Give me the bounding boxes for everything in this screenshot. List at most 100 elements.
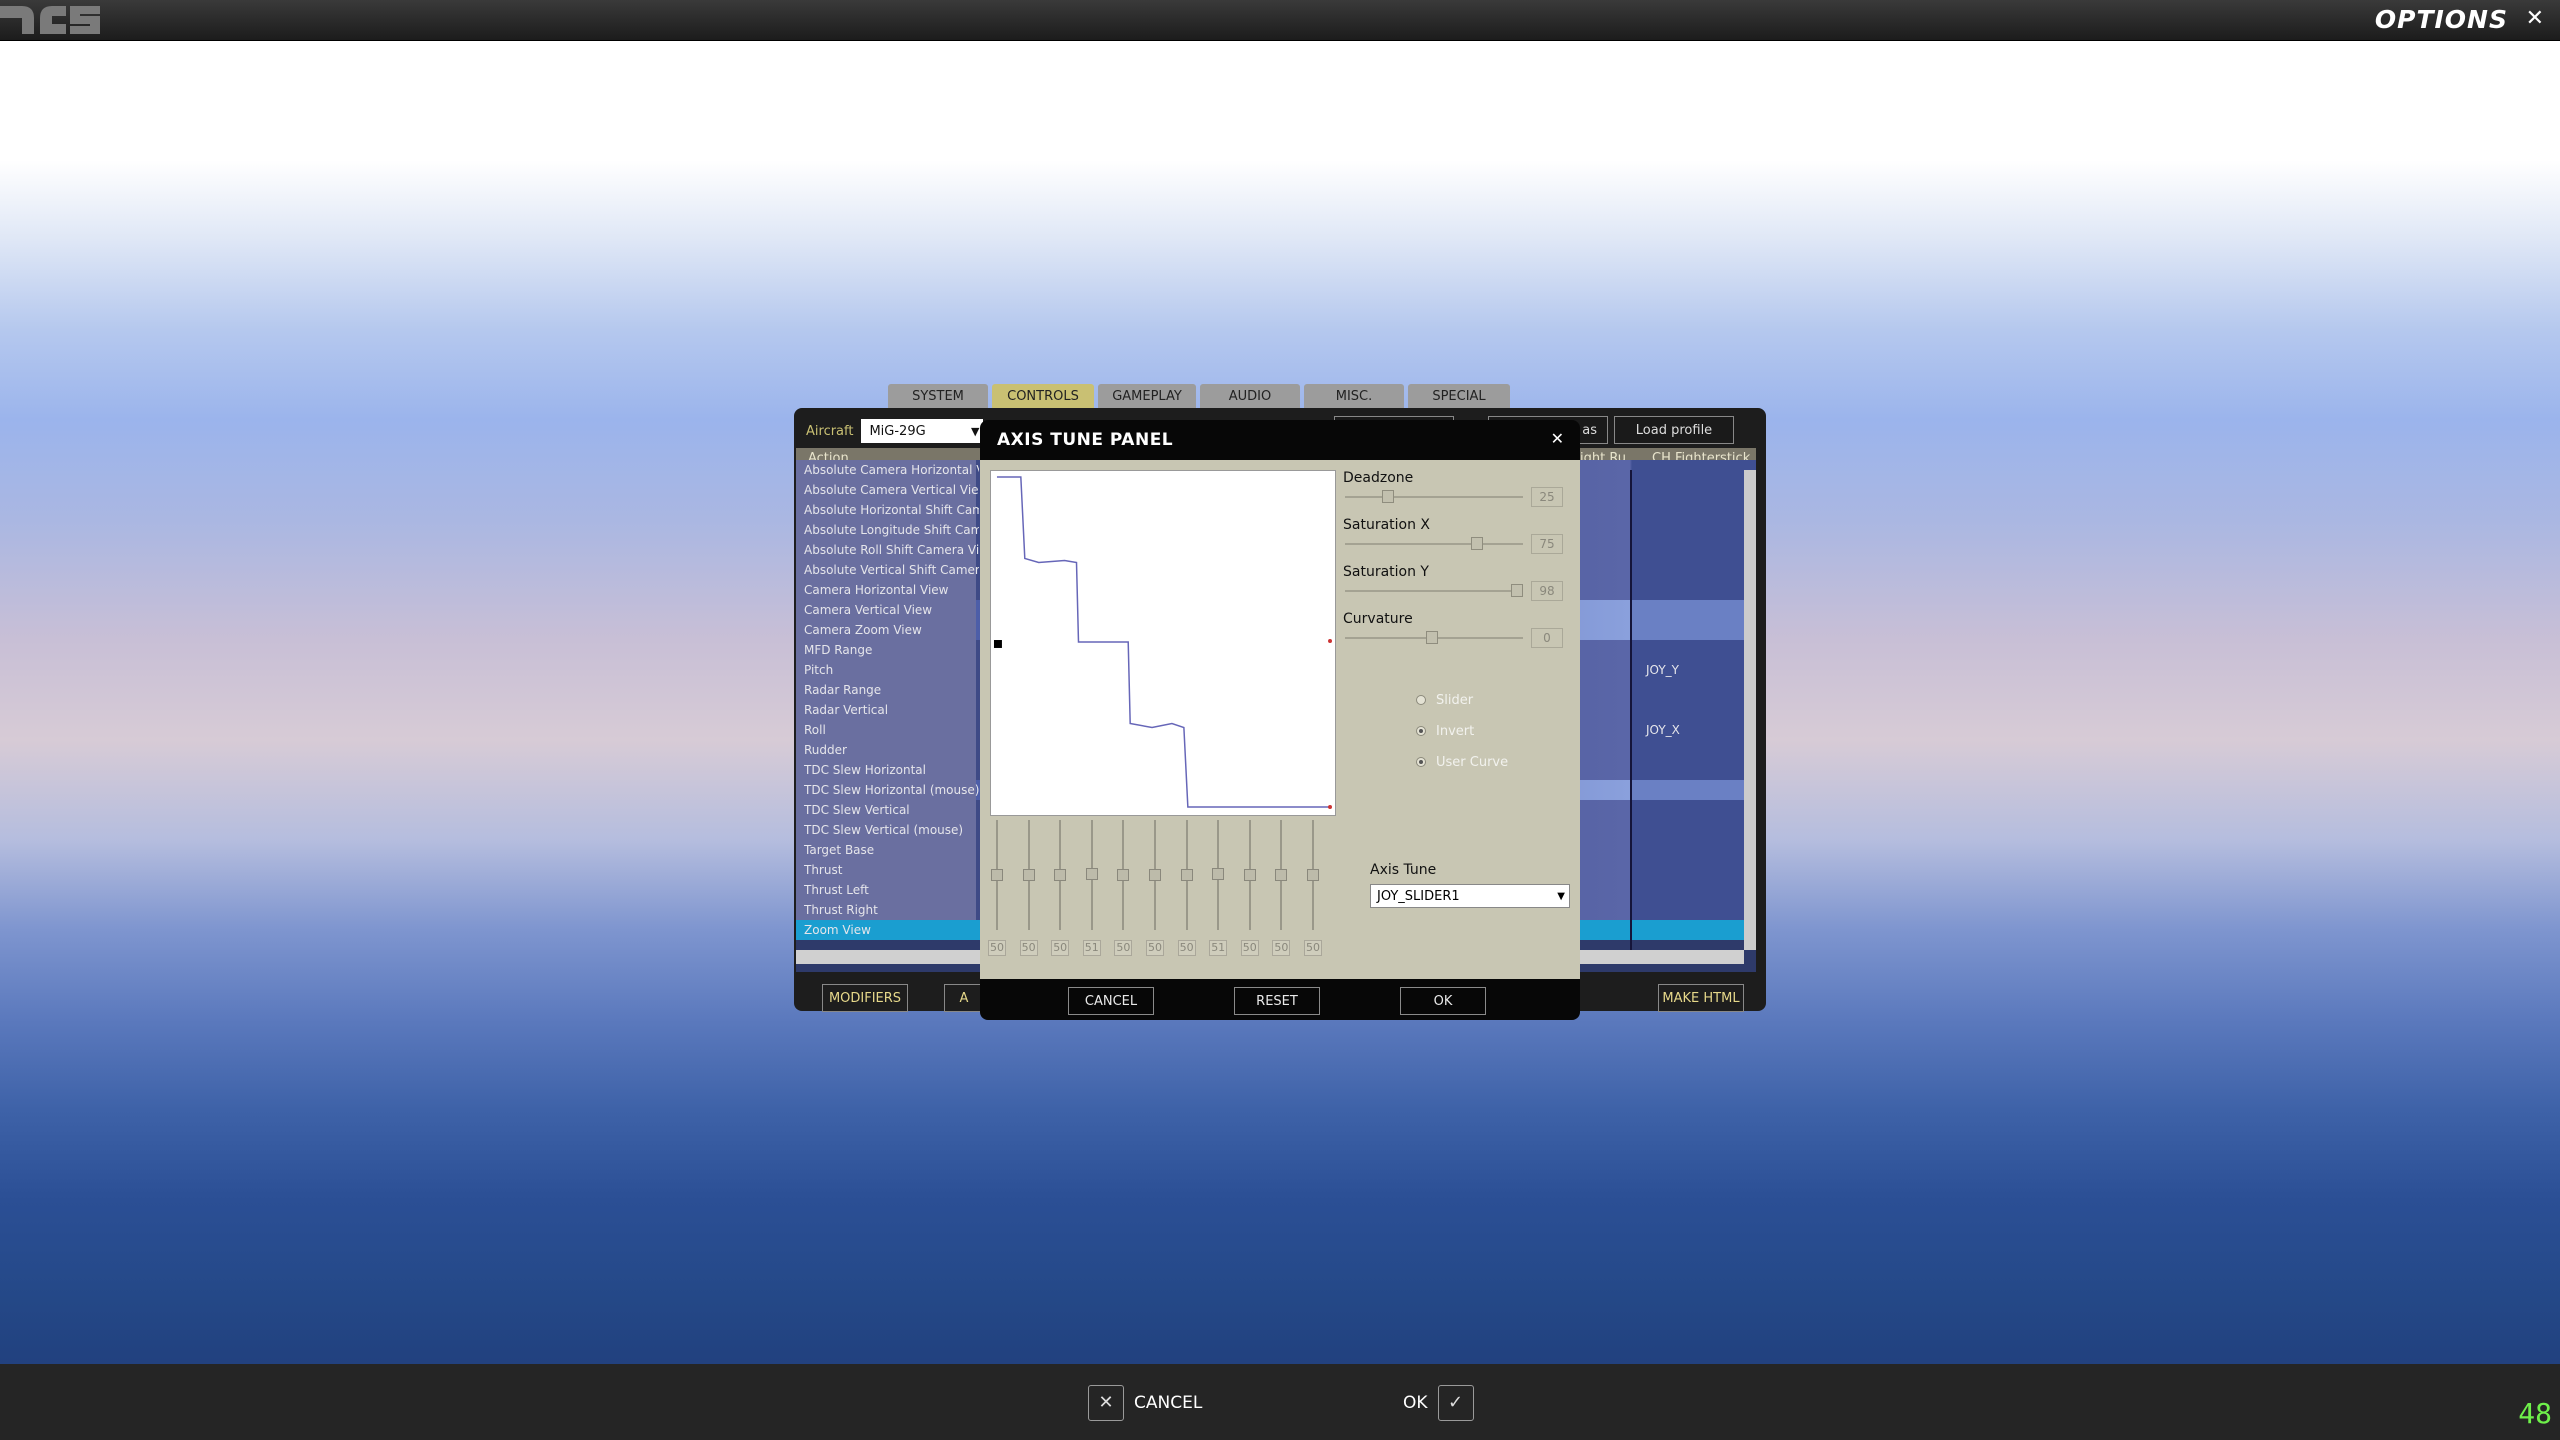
slider-knob[interactable] xyxy=(1307,869,1319,881)
response-curve-graph xyxy=(990,470,1336,816)
panel-reset-button[interactable]: RESET xyxy=(1234,987,1320,1015)
row-action-label: Camera Vertical View xyxy=(804,603,933,617)
curve-point-value[interactable]: 50 xyxy=(1051,940,1070,956)
close-icon[interactable]: ✕ xyxy=(1551,429,1564,448)
column-divider xyxy=(1630,470,1632,950)
curvature-value[interactable]: 0 xyxy=(1531,628,1563,648)
deadzone-value[interactable]: 25 xyxy=(1531,487,1563,507)
slider-knob[interactable] xyxy=(1054,869,1067,881)
tab-audio[interactable]: AUDIO xyxy=(1200,384,1300,408)
row-action-label: TDC Slew Vertical (mouse) xyxy=(804,823,964,837)
deadzone-label: Deadzone xyxy=(1343,470,1414,486)
curve-point-value[interactable]: 50 xyxy=(1114,940,1133,956)
row-binding[interactable]: JOY_X xyxy=(1646,723,1680,737)
footer-ok-button[interactable]: OK ✓ xyxy=(1403,1384,1474,1421)
fps-counter: 48 xyxy=(2518,1397,2552,1430)
response-curve xyxy=(996,476,1332,808)
axis-tune-value: JOY_SLIDER1 xyxy=(1377,888,1460,904)
slider-knob[interactable] xyxy=(1212,867,1225,880)
curvature-slider[interactable] xyxy=(1426,631,1438,644)
row-action-label: Rudder xyxy=(804,743,847,757)
row-action-label: TDC Slew Horizontal (mouse) xyxy=(804,783,979,797)
slider-option[interactable]: Slider xyxy=(1416,691,1473,709)
slider-knob[interactable] xyxy=(1275,869,1288,881)
dcs-logo xyxy=(0,6,100,34)
curve-point-slider[interactable]: 50 xyxy=(988,820,1006,960)
tab-misc[interactable]: MISC. xyxy=(1304,384,1404,408)
row-action-label: Roll xyxy=(804,723,826,737)
user-curve-option[interactable]: User Curve xyxy=(1416,753,1508,771)
curve-point-slider[interactable]: 50 xyxy=(1114,820,1133,960)
row-action-label: Thrust Left xyxy=(804,883,869,897)
saturation-x-slider[interactable] xyxy=(1470,537,1483,550)
curve-point-slider[interactable]: 50 xyxy=(1146,820,1164,960)
tab-controls[interactable]: CONTROLS xyxy=(992,384,1094,408)
curve-point-slider[interactable]: 50 xyxy=(1177,820,1196,960)
panel-ok-button[interactable]: OK xyxy=(1400,987,1486,1015)
curve-point-value[interactable]: 50 xyxy=(1019,940,1038,956)
slider-knob[interactable] xyxy=(1243,869,1256,881)
slider-knob[interactable] xyxy=(1180,869,1193,881)
curve-point-value[interactable]: 50 xyxy=(1304,940,1322,956)
curve-point-slider[interactable]: 50 xyxy=(1240,820,1259,960)
tab-system[interactable]: SYSTEM xyxy=(888,384,988,408)
footer-cancel-label: CANCEL xyxy=(1134,1392,1203,1413)
slider-knob[interactable] xyxy=(1022,869,1035,881)
row-action-label: Zoom View xyxy=(804,923,871,937)
curve-point-value[interactable]: 50 xyxy=(988,940,1006,956)
saturation-y-slider[interactable] xyxy=(1511,584,1524,597)
slider-knob[interactable] xyxy=(1149,869,1161,881)
slider-checkbox[interactable] xyxy=(1416,695,1426,705)
axis-tune-select[interactable]: JOY_SLIDER1 ▼ xyxy=(1370,884,1570,908)
curve-point-value[interactable]: 51 xyxy=(1082,940,1101,956)
footer-bar xyxy=(0,1364,2560,1440)
aircraft-select[interactable]: MiG-29G ▼ xyxy=(861,419,984,443)
deadzone-slider[interactable] xyxy=(1381,490,1394,503)
footer-cancel-button[interactable]: ✕ CANCEL xyxy=(1088,1384,1202,1421)
saturation-y-track xyxy=(1345,590,1523,592)
slider-knob[interactable] xyxy=(1117,869,1130,881)
modifiers-button[interactable]: MODIFIERS xyxy=(822,984,908,1012)
curve-point-slider[interactable]: 50 xyxy=(1304,820,1322,960)
row-action-label: Absolute Vertical Shift Camera View xyxy=(804,563,979,577)
axis-tune-panel: AXIS TUNE PANEL ✕ 50 50 50 51 50 50 50 51 50 50 50… xyxy=(980,420,1580,1020)
axis-assign-button[interactable]: A xyxy=(944,984,984,1012)
curve-end-marker xyxy=(1328,639,1333,643)
load-profile-button[interactable]: Load profile xyxy=(1614,416,1734,444)
row-action-label: TDC Slew Horizontal xyxy=(804,763,926,777)
close-icon[interactable]: ✕ xyxy=(2526,6,2544,31)
curve-point-value[interactable]: 50 xyxy=(1272,940,1291,956)
tab-special[interactable]: SPECIAL xyxy=(1408,384,1510,408)
curve-point-slider[interactable]: 50 xyxy=(1272,820,1291,960)
aircraft-label: Aircraft xyxy=(806,423,854,439)
curve-point-slider[interactable]: 50 xyxy=(1019,820,1038,960)
panel-cancel-button[interactable]: CANCEL xyxy=(1068,987,1154,1015)
row-action-label: MFD Range xyxy=(804,643,873,657)
curve-point-value[interactable]: 50 xyxy=(1240,940,1259,956)
close-icon: ✕ xyxy=(1088,1384,1124,1421)
row-action-label: Absolute Longitude Shift Camera View xyxy=(804,523,979,537)
axis-tune-label: Axis Tune xyxy=(1370,862,1437,878)
invert-checkbox[interactable] xyxy=(1416,726,1426,736)
curve-point-slider[interactable]: 50 xyxy=(1051,820,1070,960)
row-action-label: Absolute Horizontal Shift Camera View xyxy=(804,503,979,517)
current-position-marker xyxy=(993,640,1002,648)
invert-option[interactable]: Invert xyxy=(1416,722,1474,740)
curve-point-slider[interactable]: 51 xyxy=(1082,820,1101,960)
row-action-label: Radar Range xyxy=(804,683,882,697)
make-html-button[interactable]: MAKE HTML xyxy=(1658,984,1744,1012)
panel-title: AXIS TUNE PANEL xyxy=(997,430,1174,450)
tab-gameplay[interactable]: GAMEPLAY xyxy=(1098,384,1196,408)
title-bar: OPTIONS ✕ xyxy=(0,0,2560,41)
curve-point-slider[interactable]: 51 xyxy=(1209,820,1228,960)
row-binding[interactable]: JOY_Y xyxy=(1646,663,1679,677)
vertical-scrollbar[interactable] xyxy=(1744,470,1756,950)
slider-knob[interactable] xyxy=(991,869,1003,881)
slider-knob[interactable] xyxy=(1085,867,1098,880)
saturation-y-value[interactable]: 98 xyxy=(1531,581,1563,601)
saturation-x-value[interactable]: 75 xyxy=(1531,534,1563,554)
curve-point-value[interactable]: 51 xyxy=(1209,940,1228,956)
user-curve-checkbox[interactable] xyxy=(1416,757,1426,767)
curve-point-value[interactable]: 50 xyxy=(1146,940,1164,956)
curve-point-value[interactable]: 50 xyxy=(1177,940,1196,956)
